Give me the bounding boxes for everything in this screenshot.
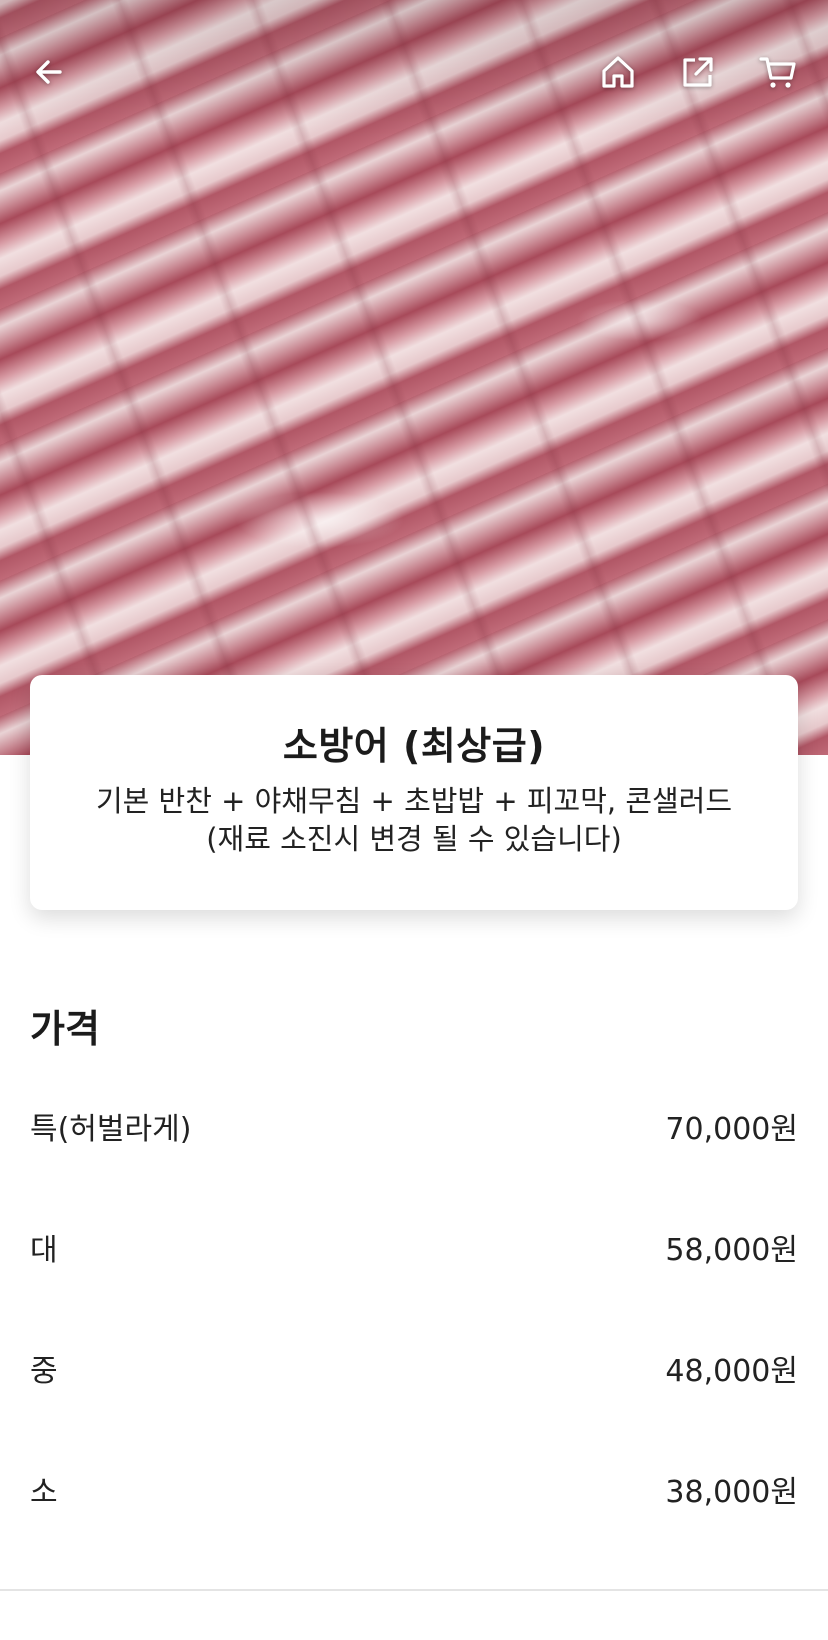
price-option-value: 70,000원 bbox=[665, 1112, 798, 1147]
price-option-label: 소 bbox=[30, 1475, 58, 1510]
home-icon bbox=[602, 56, 634, 88]
price-option-label: 특(허벌라게) bbox=[30, 1112, 192, 1147]
price-option-row[interactable]: 대 58,000원 bbox=[30, 1222, 798, 1272]
price-option-value: 38,000원 bbox=[665, 1475, 798, 1510]
product-description: 기본 반찬 + 야채무침 + 초밥밥 + 피꼬막, 콘샐러드 (재료 소진시 변… bbox=[30, 782, 798, 858]
price-option-label: 중 bbox=[30, 1354, 58, 1389]
price-option-row[interactable]: 소 38,000원 bbox=[30, 1464, 798, 1514]
product-image bbox=[0, 0, 828, 755]
home-button[interactable] bbox=[594, 48, 642, 96]
share-button[interactable] bbox=[674, 48, 722, 96]
back-arrow-icon bbox=[36, 60, 62, 84]
price-option-row[interactable]: 중 48,000원 bbox=[30, 1343, 798, 1393]
back-button[interactable] bbox=[26, 48, 74, 96]
price-option-row[interactable]: 특(허벌라게) 70,000원 bbox=[30, 1101, 798, 1151]
price-option-value: 48,000원 bbox=[665, 1354, 798, 1389]
price-option-label: 대 bbox=[30, 1233, 58, 1268]
product-title: 소방어 (최상급) bbox=[282, 724, 546, 768]
section-divider bbox=[0, 1589, 828, 1591]
product-description-line1: 기본 반찬 + 야채무침 + 초밥밥 + 피꼬막, 콘샐러드 bbox=[95, 784, 733, 818]
cart-button[interactable] bbox=[754, 48, 802, 96]
share-icon bbox=[683, 57, 713, 87]
product-info-card: 소방어 (최상급) 기본 반찬 + 야채무침 + 초밥밥 + 피꼬막, 콘샐러드… bbox=[30, 675, 798, 910]
cart-icon bbox=[759, 57, 796, 88]
price-option-value: 58,000원 bbox=[665, 1233, 798, 1268]
product-description-line2: (재료 소진시 변경 될 수 있습니다) bbox=[206, 822, 622, 856]
price-section-title: 가격 bbox=[30, 1007, 100, 1051]
